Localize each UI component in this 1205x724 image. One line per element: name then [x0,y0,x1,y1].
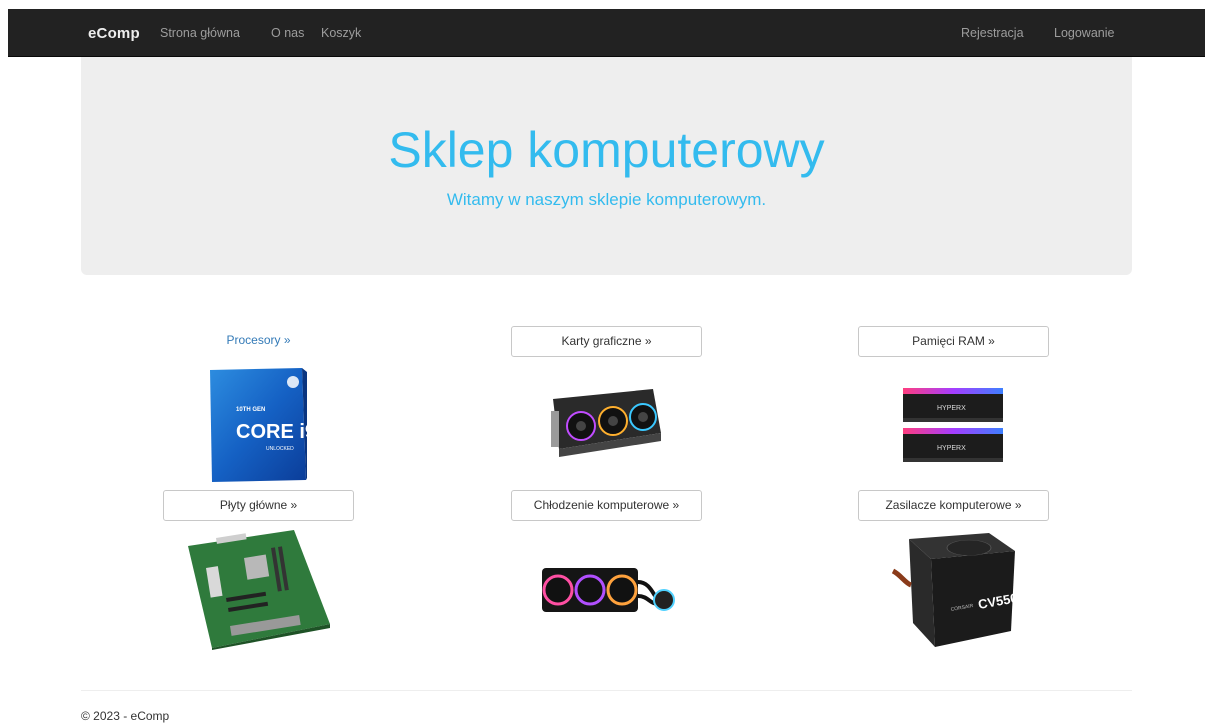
svg-text:10TH GEN: 10TH GEN [236,407,265,413]
hero-jumbotron: Sklep komputerowy Witamy w naszym sklepi… [81,57,1132,275]
category-link-cooling[interactable]: Chłodzenie komputerowe » [511,490,702,521]
motherboard-image[interactable] [186,528,332,650]
category-link-ram[interactable]: Pamięci RAM » [858,326,1049,357]
svg-text:HYPERX: HYPERX [937,405,966,412]
power-supply-image[interactable]: CORSAIR CV550 [891,531,1019,649]
nav-link-home[interactable]: Strona główna [160,26,240,40]
graphics-card-image[interactable] [545,371,663,469]
nav-link-about[interactable]: O nas [271,26,304,40]
hero-title: Sklep komputerowy [388,122,825,178]
category-link-power-supplies[interactable]: Zasilacze komputerowe » [858,490,1049,521]
top-navbar: eComp Strona główna O nas Koszyk Rejestr… [8,9,1205,57]
brand-link[interactable]: eComp [88,25,140,42]
footer-divider [81,690,1132,691]
liquid-cooler-image[interactable] [540,560,676,620]
nav-link-login[interactable]: Logowanie [1054,26,1114,40]
svg-text:UNLOCKED: UNLOCKED [266,446,294,452]
nav-link-cart[interactable]: Koszyk [321,26,361,40]
cpu-box-image[interactable]: 10TH GEN CORE i9 UNLOCKED [208,366,316,484]
ram-modules-image[interactable]: HYPERX HYPERX [901,382,1005,468]
nav-link-register[interactable]: Rejestracja [961,26,1024,40]
category-link-processors[interactable]: Procesory » [163,326,354,357]
category-link-graphics-cards[interactable]: Karty graficzne » [511,326,702,357]
footer-copyright: © 2023 - eComp [81,709,170,723]
category-link-motherboards[interactable]: Płyty główne » [163,490,354,521]
svg-text:HYPERX: HYPERX [937,445,966,452]
svg-text:CORE i9: CORE i9 [236,421,308,443]
hero-subtitle: Witamy w naszym sklepie komputerowym. [446,190,767,209]
